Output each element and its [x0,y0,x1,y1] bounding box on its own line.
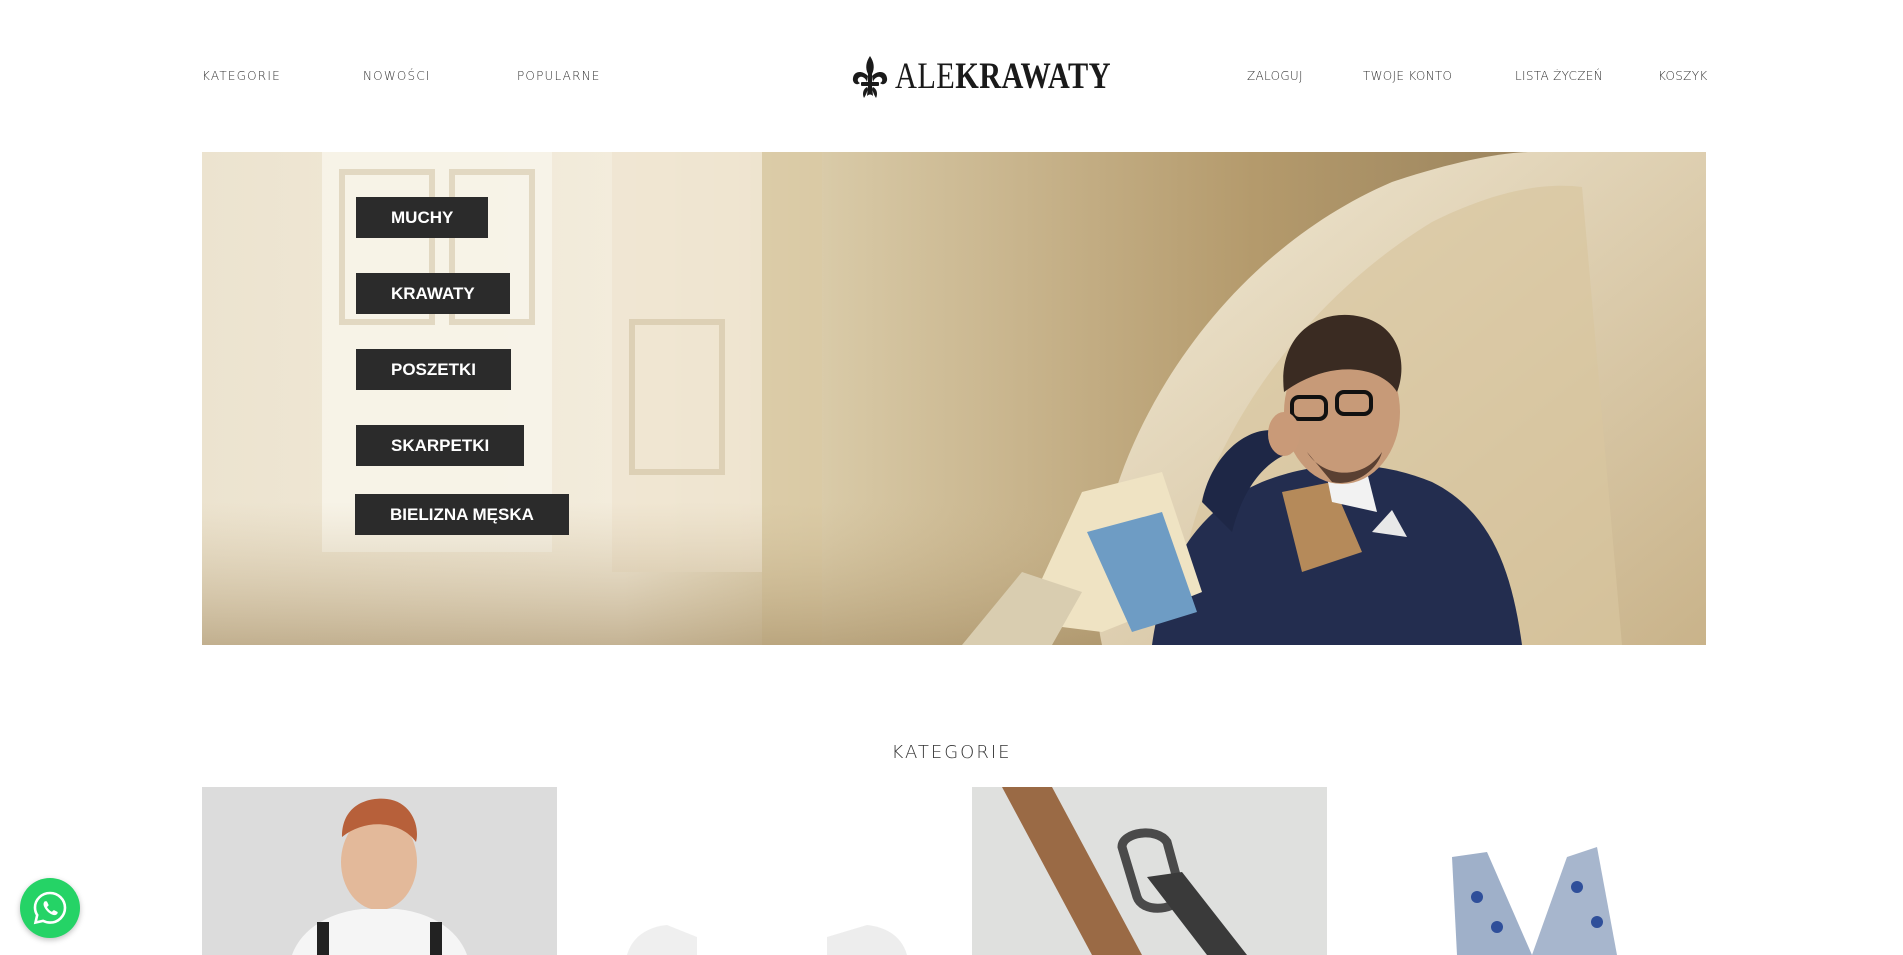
category-card-shirts[interactable] [587,787,942,955]
category-card-pocket-squares[interactable] [1357,787,1712,955]
hero-banner: MUCHY KRAWATY POSZETKI SKARPETKI BIELIZN… [202,152,1706,645]
nav-zaloguj[interactable]: ZALOGUJ [1247,69,1303,83]
logo-text: ALEKRAWATY [895,54,1111,100]
nav-nowosci[interactable]: NOWOŚCI [363,69,431,83]
category-card-belts[interactable] [972,787,1327,955]
nav-koszyk[interactable]: KOSZYK [1658,69,1708,83]
categories-title: KATEGORIE [891,742,1012,763]
category-image [1357,787,1712,955]
fleur-de-lis-icon [852,56,888,98]
nav-popularne[interactable]: POPULARNE [517,69,601,83]
logo-text-bold: KRAWATY [955,56,1111,97]
whatsapp-icon [33,891,67,925]
category-image [972,787,1327,955]
category-card-suspenders[interactable] [202,787,557,955]
nav-lista-zyczen[interactable]: LISTA ŻYCZEŃ [1515,69,1603,83]
nav-kategorie[interactable]: KATEGORIE [202,69,281,83]
category-image [587,787,942,955]
nav-twoje-konto[interactable]: TWOJE KONTO [1363,69,1452,83]
hero-button-muchy[interactable]: MUCHY [356,197,489,238]
hero-button-poszetki[interactable]: POSZETKI [356,349,512,390]
hero-button-bielizna-meska[interactable]: BIELIZNA MĘSKA [355,494,569,535]
logo-text-light: ALE [895,56,956,97]
hero-button-skarpetki[interactable]: SKARPETKI [356,425,525,466]
hero-button-krawaty[interactable]: KRAWATY [356,273,510,314]
whatsapp-button[interactable] [20,878,80,938]
site-logo[interactable]: ALEKRAWATY [849,54,1158,100]
category-image [202,787,557,955]
